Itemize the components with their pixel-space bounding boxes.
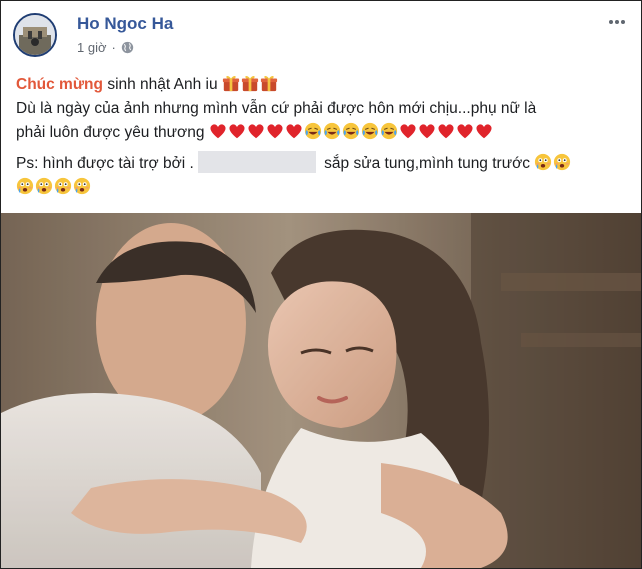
heart-icon <box>456 122 474 140</box>
heart-icon <box>209 122 227 140</box>
globe-icon[interactable] <box>121 41 134 54</box>
heart-icon <box>247 122 265 140</box>
highlight-text[interactable]: Chúc mừng <box>16 76 103 93</box>
tears-of-joy-icon <box>342 122 360 140</box>
line3-text-a: Ps: hình được tài trợ bởi . <box>16 155 194 172</box>
line2-text-b: phải luôn được yêu thương <box>16 124 205 141</box>
tears-of-joy-icon <box>361 122 379 140</box>
line1-text: sinh nhật Anh iu <box>107 76 218 93</box>
post-time[interactable]: 1 giờ <box>77 40 107 55</box>
heart-icon <box>437 122 455 140</box>
facebook-post: Ho Ngoc Ha 1 giờ · Chúc mừng sinh nhật A… <box>0 0 642 569</box>
blurred-tag <box>197 151 316 173</box>
gift-icon <box>241 74 259 92</box>
gift-icon <box>260 74 278 92</box>
line2-text-a: Dù là ngày của ảnh nhưng mình vẫn cứ phả… <box>16 100 537 117</box>
flushed-face-icon <box>35 177 53 195</box>
flushed-face-icon <box>16 177 34 195</box>
post-header: Ho Ngoc Ha 1 giờ · <box>1 1 641 61</box>
post-line-2: Dù là ngày của ảnh nhưng mình vẫn cứ phả… <box>16 97 628 145</box>
post-line-3: Ps: hình được tài trợ bởi . sắp sửa tung… <box>16 151 628 200</box>
flushed-face-icon <box>73 177 91 195</box>
gift-icon <box>222 74 240 92</box>
flushed-face-icon <box>534 153 552 171</box>
post-text: Chúc mừng sinh nhật Anh iu Dù là ngày củ… <box>16 73 628 200</box>
post-line-1: Chúc mừng sinh nhật Anh iu <box>16 73 628 97</box>
heart-icon <box>418 122 436 140</box>
meta-separator: · <box>111 40 116 55</box>
author-name[interactable]: Ho Ngoc Ha <box>77 14 173 34</box>
heart-icon <box>285 122 303 140</box>
more-options-icon[interactable] <box>607 15 627 29</box>
tears-of-joy-icon <box>304 122 322 140</box>
heart-icon <box>266 122 284 140</box>
line3-text-b: sắp sửa tung,mình tung trước <box>324 155 530 172</box>
flushed-face-icon <box>553 153 571 171</box>
post-photo[interactable] <box>1 213 641 568</box>
heart-icon <box>475 122 493 140</box>
heart-icon <box>399 122 417 140</box>
tears-of-joy-icon <box>380 122 398 140</box>
flushed-face-icon <box>54 177 72 195</box>
author-avatar[interactable] <box>13 13 57 57</box>
tears-of-joy-icon <box>323 122 341 140</box>
post-meta: 1 giờ · <box>77 40 134 55</box>
heart-icon <box>228 122 246 140</box>
